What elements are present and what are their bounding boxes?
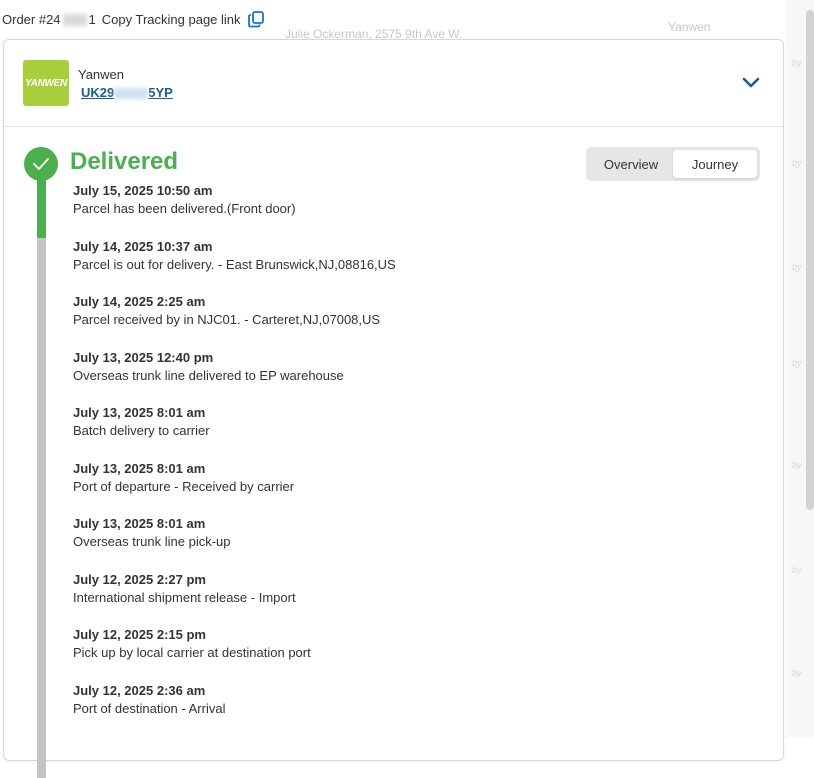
- background-hint: by: [792, 460, 802, 470]
- delivered-status-icon: [24, 147, 58, 181]
- background-hint: by: [792, 58, 802, 68]
- background-hint: by: [792, 668, 802, 678]
- event-time: July 12, 2025 2:27 pm: [73, 571, 206, 587]
- event-time: July 12, 2025 2:36 am: [73, 682, 206, 698]
- tracking-event: July 13, 2025 8:01 am Overseas trunk lin…: [73, 515, 396, 571]
- tracking-event: July 13, 2025 8:01 am Port of departure …: [73, 460, 396, 516]
- event-description: Port of destination - Arrival: [73, 700, 226, 716]
- tracking-event: July 13, 2025 12:40 pm Overseas trunk li…: [73, 349, 396, 405]
- event-description: Batch delivery to carrier: [73, 423, 210, 438]
- event-description: Overseas trunk line delivered to EP ware…: [73, 367, 344, 383]
- tracking-event: July 12, 2025 2:27 pm International ship…: [73, 571, 396, 627]
- event-time: July 14, 2025 10:37 am: [73, 238, 213, 254]
- carrier-logo: YANWEN: [23, 60, 69, 106]
- background-hint: by: [792, 358, 802, 368]
- event-time: July 14, 2025 2:25 am: [73, 294, 206, 309]
- event-description: Port of departure - Received by carrier: [73, 478, 295, 494]
- tracking-card: YANWEN Yanwen UK29 5YP Delivered Overview…: [3, 39, 784, 778]
- event-description: Parcel has been delivered.(Front door): [73, 201, 296, 216]
- event-time: July 13, 2025 12:40 pm: [73, 349, 214, 365]
- timeline-line: [37, 238, 46, 778]
- card-header: YANWEN Yanwen UK29 5YP: [4, 40, 783, 127]
- tracking-event: July 12, 2025 2:15 pm Pick up by local c…: [73, 626, 396, 682]
- tracking-event: July 12, 2025 2:36 am Port of destinatio…: [73, 682, 396, 738]
- event-time: July 13, 2025 8:01 am: [73, 516, 206, 531]
- tracking-event: July 14, 2025 10:37 am Parcel is out for…: [73, 238, 396, 294]
- event-description: Pick up by local carrier at destination …: [73, 645, 311, 660]
- tracking-event: July 15, 2025 10:50 am Parcel has been d…: [73, 182, 396, 238]
- background-hint: by: [792, 262, 802, 272]
- event-time: July 12, 2025 2:15 pm: [73, 627, 206, 642]
- event-time: July 15, 2025 10:50 am: [73, 183, 213, 198]
- event-time: July 13, 2025 8:01 am: [73, 405, 206, 420]
- view-toggle: Overview Journey: [586, 147, 760, 181]
- tab-overview[interactable]: Overview: [589, 150, 673, 178]
- check-icon: [33, 158, 49, 170]
- status-title: Delivered: [70, 148, 179, 175]
- tracking-event: July 13, 2025 8:01 am Batch delivery to …: [73, 404, 396, 460]
- event-description: International shipment release - Import: [73, 589, 296, 605]
- background-hint: by: [792, 158, 802, 168]
- tab-journey[interactable]: Journey: [673, 150, 757, 178]
- order-number: Order #24 1: [2, 11, 96, 27]
- tracking-event: July 14, 2025 2:25 am Parcel received by…: [73, 293, 396, 349]
- background-carrier-text: Yanwen: [668, 20, 711, 34]
- event-time: July 13, 2025 8:01 am: [73, 460, 206, 476]
- event-description: Parcel is out for delivery. - East Bruns…: [73, 256, 396, 272]
- redacted-tracking-digits: [114, 88, 149, 100]
- background-hint: by: [792, 565, 802, 575]
- event-description: Overseas trunk line pick-up: [73, 534, 231, 549]
- tracking-events-list: July 15, 2025 10:50 am Parcel has been d…: [73, 182, 396, 737]
- copy-tracking-link-label[interactable]: Copy Tracking page link: [102, 12, 241, 27]
- redacted-order-digits: [62, 14, 87, 27]
- carrier-name: Yanwen: [78, 67, 125, 82]
- event-description: Parcel received by in NJC01. - Carteret,…: [73, 312, 381, 327]
- chevron-down-icon[interactable]: [741, 76, 761, 90]
- scrollbar[interactable]: [806, 10, 814, 510]
- timeline-progress-line: [37, 178, 46, 238]
- tracking-number-link[interactable]: UK29 5YP: [81, 85, 173, 100]
- order-bar: Order #24 1 Copy Tracking page link: [2, 8, 265, 30]
- copy-icon[interactable]: [247, 10, 265, 28]
